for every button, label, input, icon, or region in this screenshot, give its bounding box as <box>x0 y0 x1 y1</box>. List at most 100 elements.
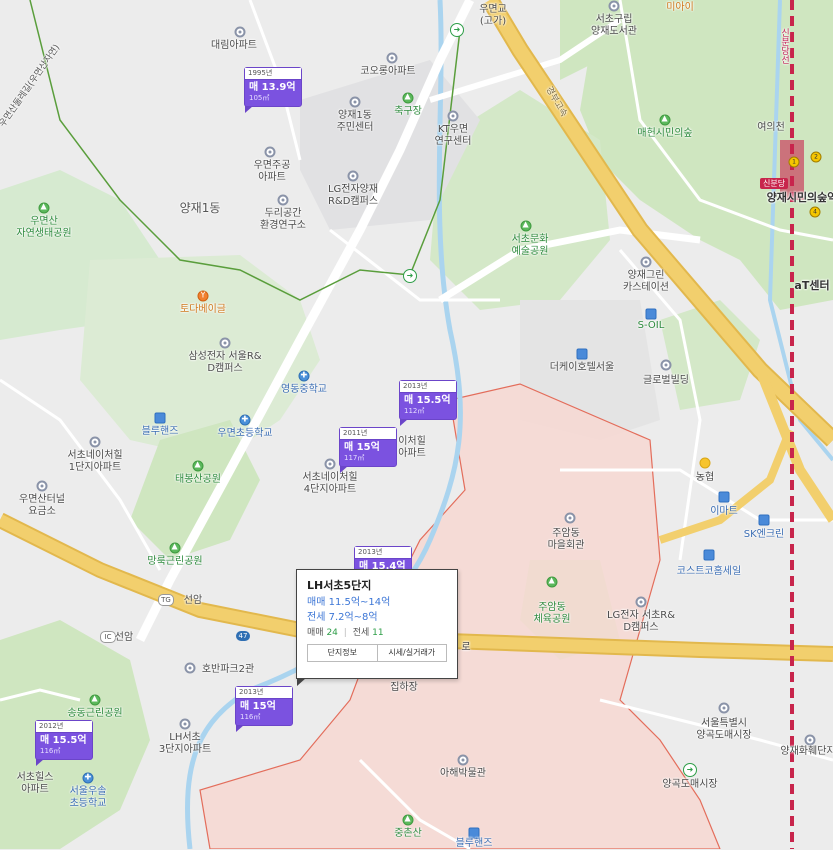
building-icon[interactable] <box>608 0 620 12</box>
poi-label[interactable]: 서초문화 예술공원 <box>512 234 549 258</box>
poi-label[interactable]: 우면산터널 요금소 <box>19 494 65 518</box>
poi-label[interactable]: 망룩근린공원 <box>147 556 202 568</box>
poi-label[interactable]: 우면산 자연생태공원 <box>16 216 71 240</box>
park-icon[interactable] <box>402 814 414 826</box>
building-icon[interactable] <box>447 110 459 122</box>
park-icon[interactable] <box>520 220 532 232</box>
building-icon[interactable] <box>660 359 672 371</box>
poi-label[interactable]: 양곡도매시장 <box>662 779 717 791</box>
building-icon[interactable] <box>457 754 469 766</box>
apartment-price-marker[interactable]: 2013년 매 15.5억 112㎡ <box>399 380 457 426</box>
park-icon[interactable] <box>659 114 671 126</box>
shop-icon[interactable] <box>468 827 480 839</box>
building-icon[interactable] <box>324 458 336 470</box>
poi-label[interactable]: 아해박물관 <box>440 768 486 780</box>
price-history-button[interactable]: 시세/실거래가 <box>376 645 447 661</box>
poi-label[interactable]: 서울우솔 초등학교 <box>70 786 107 810</box>
apartment-price-marker[interactable]: 2013년 매 15억 116㎡ <box>235 686 293 732</box>
school-icon[interactable] <box>298 370 310 382</box>
park-icon[interactable] <box>192 460 204 472</box>
poi-label[interactable]: 서초네이처힐 1단지아파트 <box>67 450 122 474</box>
building-icon[interactable] <box>219 337 231 349</box>
building-icon[interactable] <box>36 480 48 492</box>
shop-icon[interactable] <box>154 412 166 424</box>
building-icon[interactable] <box>277 194 289 206</box>
poi-label[interactable]: 이처힐 아파트 <box>398 436 426 460</box>
poi-label[interactable]: 두리공간 환경연구소 <box>260 208 306 232</box>
apartment-price-marker[interactable]: 1995년 매 13.9억 105㎡ <box>244 67 302 113</box>
poi-label[interactable]: 농협 <box>696 472 714 484</box>
building-icon[interactable] <box>804 734 816 746</box>
poi-label[interactable]: 우면초등학교 <box>217 428 272 440</box>
poi-label[interactable]: 더케이호텔서울 <box>550 362 614 374</box>
restaurant-icon[interactable] <box>197 290 209 302</box>
poi-label[interactable]: 송동근린공원 <box>67 708 122 720</box>
gas-station-icon[interactable] <box>645 308 657 320</box>
poi-label[interactable]: LH서초 3단지아파트 <box>159 732 211 756</box>
poi-label[interactable]: 이마트 <box>710 506 738 518</box>
bank-icon[interactable] <box>699 457 711 469</box>
poi-label[interactable]: S-OIL <box>638 320 665 332</box>
poi-label[interactable]: 글로벌빌딩 <box>643 375 689 387</box>
poi-label[interactable]: LG전자양재 R&D캠퍼스 <box>328 184 378 208</box>
poi-label[interactable]: 양재화훼단지 <box>780 746 833 758</box>
poi-label[interactable]: LG전자 서초R& D캠퍼스 <box>607 610 675 634</box>
building-icon[interactable] <box>184 662 196 674</box>
shop-icon[interactable] <box>703 549 715 561</box>
station-label[interactable]: 양재시민의숲역 <box>767 192 833 204</box>
poi-label[interactable]: 코스트코홈세일 <box>677 566 741 578</box>
poi-label[interactable]: 서초네이처힐 4단지아파트 <box>302 472 357 496</box>
park-icon[interactable] <box>169 542 181 554</box>
building-icon[interactable] <box>386 52 398 64</box>
park-icon[interactable] <box>38 202 50 214</box>
building-icon[interactable] <box>264 146 276 158</box>
poi-label[interactable]: 주암동 마을회관 <box>548 528 585 552</box>
building-icon[interactable] <box>640 256 652 268</box>
building-icon[interactable] <box>564 512 576 524</box>
poi-label[interactable]: 태봉산공원 <box>175 474 221 486</box>
complex-info-button[interactable]: 단지정보 <box>308 645 377 661</box>
building-icon[interactable] <box>718 702 730 714</box>
park-icon[interactable] <box>402 92 414 104</box>
poi-label[interactable]: 서초힐스 아파트 <box>17 772 54 796</box>
poi-label[interactable]: 우면주공 아파트 <box>254 160 291 184</box>
poi-label[interactable]: KT우면 연구센터 <box>435 124 472 148</box>
building-icon[interactable] <box>635 596 647 608</box>
apartment-price-marker[interactable]: 2011년 매 15억 117㎡ <box>339 427 397 473</box>
poi-label[interactable]: 양재그린 카스테이션 <box>623 270 669 294</box>
poi-label[interactable]: 블루핸즈 <box>456 838 493 850</box>
building-icon[interactable] <box>347 170 359 182</box>
building-icon[interactable] <box>349 96 361 108</box>
poi-label[interactable]: 양재1동 주민센터 <box>337 110 374 134</box>
poi-label[interactable]: 삼성전자 서울R& D캠퍼스 <box>188 351 261 375</box>
building-icon[interactable] <box>234 26 246 38</box>
poi-label[interactable]: 매헌시민의숲 <box>637 128 692 140</box>
direction-icon[interactable]: ➜ <box>450 23 464 37</box>
mart-icon[interactable] <box>718 491 730 503</box>
poi-label[interactable]: 서초구립 양재도서관 <box>591 14 637 38</box>
park-icon[interactable] <box>546 576 558 588</box>
poi-label[interactable]: 코오롱아파트 <box>360 66 415 78</box>
poi-label[interactable]: 중촌산 <box>394 828 422 840</box>
direction-icon[interactable]: ➜ <box>683 763 697 777</box>
school-icon[interactable] <box>82 772 94 784</box>
hotel-icon[interactable] <box>576 348 588 360</box>
poi-label[interactable]: 영동중학교 <box>281 384 327 396</box>
poi-label[interactable]: 대림아파트 <box>211 40 257 52</box>
poi-label[interactable]: 블루핸즈 <box>142 426 179 438</box>
poi-label[interactable]: 축구장 <box>394 106 422 118</box>
poi-label[interactable]: 서울특별시 양곡도매시장 <box>696 718 751 742</box>
poi-label[interactable]: 호반파크2관 <box>202 664 254 676</box>
school-icon[interactable] <box>239 414 251 426</box>
poi-label[interactable]: 집하장 <box>390 682 418 694</box>
building-icon[interactable] <box>89 436 101 448</box>
gas-station-icon[interactable] <box>758 514 770 526</box>
poi-label[interactable]: 토다베이글 <box>180 304 226 316</box>
poi-label[interactable]: aT센터 <box>794 280 829 292</box>
park-icon[interactable] <box>89 694 101 706</box>
building-icon[interactable] <box>179 718 191 730</box>
apartment-price-marker[interactable]: 2012년 매 15.5억 116㎡ <box>35 720 93 766</box>
poi-label[interactable]: 우면교 (고가) <box>479 4 507 28</box>
direction-icon[interactable]: ➜ <box>403 269 417 283</box>
poi-label[interactable]: SK엔크린 <box>744 529 785 541</box>
